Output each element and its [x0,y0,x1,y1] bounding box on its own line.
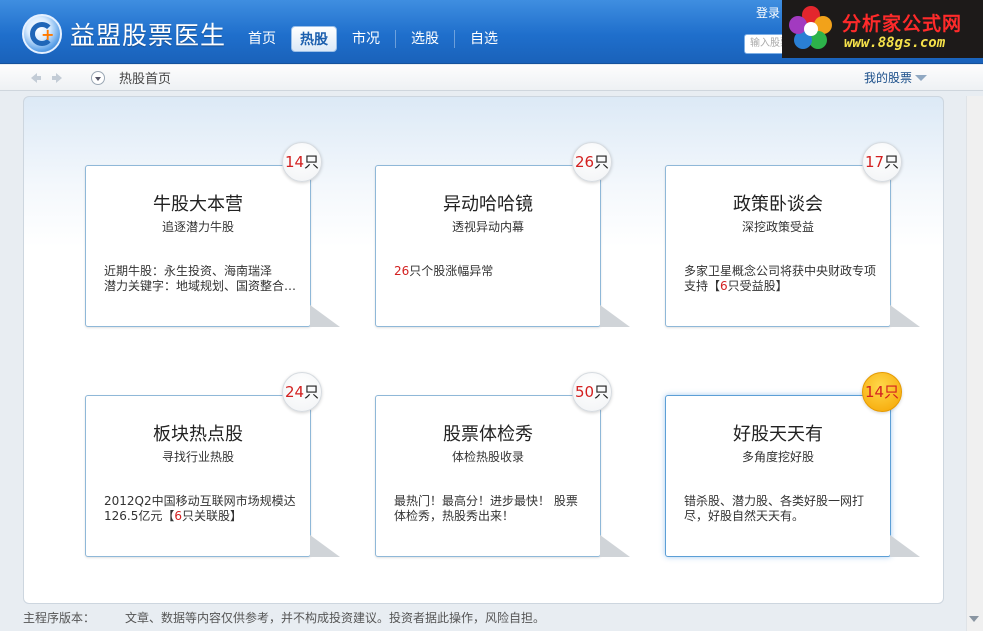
breadcrumb: 热股首页 [119,72,172,87]
main-nav: 首页 热股 市况 选股 自选 [240,26,513,54]
description-text: 只受益股】 [727,279,788,293]
nav-divider [454,30,455,48]
card-subtitle: 多角度挖好股 [741,450,814,464]
highlight-number: 6 [720,279,728,293]
watermark-logo: 分析家公式网 www.88gs.com [782,0,983,58]
version-label: 主程序版本： [23,611,96,625]
card-bull-stocks[interactable]: 牛股大本营 追逐潜力牛股 近期牛股：永生投资、海南瑞泽 潜力关键字：地域规划、国… [85,165,340,327]
count-number: 14 [864,383,885,401]
count-badge: 17只 [862,142,902,182]
history-dropdown-icon[interactable] [91,71,105,85]
card-fold-shadow [600,305,630,327]
app-logo-icon: + [22,14,62,54]
card-title: 板块热点股 [153,424,243,445]
card-description: 2012Q2中国移动互联网市场规模达126.5亿元【6只关联股】 [104,494,299,524]
nav-home[interactable]: 首页 [240,26,284,52]
card-fold-shadow [310,535,340,557]
card-fold-shadow [600,535,630,557]
card-title: 政策卧谈会 [733,194,823,215]
count-number: 14 [284,153,305,171]
count-badge: 50只 [572,372,612,412]
card-good-stocks-daily[interactable]: 好股天天有 多角度挖好股 错杀股、潜力股、各类好股一网打尽，好股自然天天有。 [665,395,920,557]
card-title: 股票体检秀 [443,424,533,445]
count-unit: 只 [884,153,900,171]
count-number: 26 [574,153,595,171]
back-arrow-icon[interactable] [28,71,42,85]
description-text: 只个股涨幅异常 [409,264,494,278]
count-unit: 只 [594,153,610,171]
count-badge: 26只 [572,142,612,182]
forward-arrow-icon[interactable] [51,71,65,85]
count-number: 24 [284,383,305,401]
nav-market[interactable]: 市况 [344,26,388,52]
card-fold-shadow [310,305,340,327]
count-unit: 只 [304,153,320,171]
hot-stocks-panel: 牛股大本营 追逐潜力牛股 近期牛股：永生投资、海南瑞泽 潜力关键字：地域规划、国… [23,96,944,604]
card-subtitle: 寻找行业热股 [161,450,234,464]
card-description: 近期牛股：永生投资、海南瑞泽 潜力关键字：地域规划、国资整合… [104,264,297,293]
watermark-title: 分析家公式网 [842,13,963,35]
card-title: 异动哈哈镜 [443,194,533,215]
card-title: 好股天天有 [733,424,823,445]
card-subtitle: 体检热股收录 [451,450,524,464]
card-description: 多家卫星概念公司将获中央财政专项支持【6只受益股】 [684,264,879,294]
flower-logo-icon [789,6,832,49]
scroll-down-arrow-icon[interactable] [969,616,979,627]
disclaimer-text: 文章、数据等内容仅供参考，并不构成投资建议。投资者据此操作，风险自担。 [125,611,546,625]
login-link[interactable]: 登录 [756,4,780,21]
nav-divider [395,30,396,48]
app-title: 益盟股票医生 [70,21,227,50]
status-footer: 主程序版本： 文章、数据等内容仅供参考，并不构成投资建议。投资者据此操作，风险自… [23,609,963,627]
app-header: + 益盟股票医生 首页 热股 市况 选股 自选 登录 输入股票 分析家公式网 w… [0,0,983,64]
highlight-number: 6 [174,509,182,523]
chevron-down-icon[interactable] [915,75,927,87]
nav-stock-picker[interactable]: 选股 [403,26,447,52]
card-fold-shadow [890,305,920,327]
nav-hot-stocks[interactable]: 热股 [291,26,337,52]
count-badge: 24只 [282,372,322,412]
toolbar: 热股首页 我的股票 [0,65,983,91]
card-subtitle: 追逐潜力牛股 [161,220,234,234]
card-stock-checkup[interactable]: 股票体检秀 体检热股收录 最热门！最高分！进步最快！ 股票体检秀，热股秀出来！ [375,395,630,557]
card-subtitle: 透视异动内幕 [451,220,524,234]
highlight-number: 26 [394,264,410,278]
card-abnormal-moves[interactable]: 异动哈哈镜 透视异动内幕 26只个股涨幅异常 [375,165,630,327]
card-title: 牛股大本营 [153,194,243,215]
my-stocks-link[interactable]: 我的股票 [864,69,912,86]
count-unit: 只 [594,383,610,401]
card-description: 错杀股、潜力股、各类好股一网打尽，好股自然天天有。 [684,494,865,523]
count-badge-highlighted: 14只 [862,372,902,412]
card-description: 最热门！最高分！进步最快！ 股票体检秀，热股秀出来！ [394,494,578,523]
count-badge: 14只 [282,142,322,182]
description-text: 只关联股】 [182,509,243,523]
count-number: 50 [574,383,595,401]
count-unit: 只 [884,383,900,401]
vertical-scrollbar[interactable] [966,96,983,631]
nav-watchlist[interactable]: 自选 [462,26,506,52]
watermark-url: www.88gs.com [844,35,946,51]
card-fold-shadow [890,535,920,557]
card-description: 26只个股涨幅异常 [394,264,589,279]
card-sector-hot-stocks[interactable]: 板块热点股 寻找行业热股 2012Q2中国移动互联网市场规模达126.5亿元【6… [85,395,340,557]
count-unit: 只 [304,383,320,401]
count-number: 17 [864,153,885,171]
card-policy-talk[interactable]: 政策卧谈会 深挖政策受益 多家卫星概念公司将获中央财政专项支持【6只受益股】 [665,165,920,327]
card-subtitle: 深挖政策受益 [741,220,814,234]
